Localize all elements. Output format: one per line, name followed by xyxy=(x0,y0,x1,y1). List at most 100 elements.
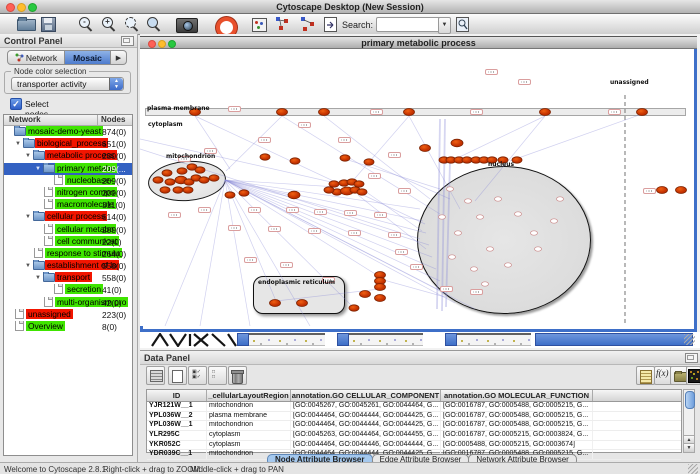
zoom-selected-icon[interactable] xyxy=(146,16,162,32)
occluded-window-art xyxy=(150,333,237,347)
node-label-pill xyxy=(280,262,293,268)
table-row[interactable]: YKR052Ccytoplasm[GO:0044464, GO:0044446,… xyxy=(147,441,681,451)
tree-row-selected[interactable]: ▼primary metabo209(... xyxy=(4,163,132,175)
dropdown-stepper-icon[interactable]: ▲▼ xyxy=(109,78,123,90)
tree-row[interactable]: nucleobase-209(0) xyxy=(4,175,132,187)
node-label-pill xyxy=(388,232,401,238)
mitochondrion-label: mitochondrion xyxy=(166,153,215,160)
node-label-pill xyxy=(228,225,241,231)
network-window-resize-grip[interactable] xyxy=(684,334,695,345)
window-titlebar[interactable]: Cytoscape Desktop (New Session) xyxy=(0,0,700,14)
node-label-pill xyxy=(440,286,453,292)
table-row[interactable]: YLR295Ccytoplasm[GO:0045263, GO:0044464,… xyxy=(147,431,681,441)
node-label-pill xyxy=(308,228,321,234)
table-row[interactable]: YJR121W__1mitochondrion[GO:0045267, GO:0… xyxy=(147,402,681,412)
tree-row[interactable]: mosaic-demo-yeast874(0) xyxy=(4,126,132,138)
tree-row[interactable]: ▼metabolic process280(0) xyxy=(4,150,132,162)
node-color-dropdown[interactable]: transporter activity ▲▼ xyxy=(11,77,124,91)
save-session-icon[interactable] xyxy=(41,17,56,32)
tree-row[interactable]: unassigned223(0) xyxy=(4,309,132,321)
open-session-icon[interactable] xyxy=(17,19,36,31)
zoom-out-icon[interactable]: - xyxy=(78,16,94,32)
network-window-titlebar[interactable]: primary metabolic process xyxy=(140,36,697,49)
node-label-pill xyxy=(368,173,381,179)
layout-alt-icon[interactable] xyxy=(299,16,317,32)
node-label-pill xyxy=(370,109,383,115)
notepad-icon[interactable] xyxy=(636,366,655,385)
col-molecular-function[interactable]: annotation.GO MOLECULAR_FUNCTION xyxy=(441,390,593,401)
table-row[interactable]: YPL036W__1mitochondrion[GO:0044464, GO:0… xyxy=(147,421,681,431)
status-pan-hint: Middle-click + drag to PAN xyxy=(190,465,284,474)
select-attributes-icon[interactable] xyxy=(146,366,165,385)
search-input[interactable] xyxy=(376,17,444,32)
zoom-fit-icon[interactable] xyxy=(124,16,140,32)
attribute-matrix-icon[interactable] xyxy=(686,366,700,385)
tree-row[interactable]: ▼establishment of lo558(0) xyxy=(4,260,132,272)
nucleus-nodes[interactable] xyxy=(439,187,564,286)
node-label-pill xyxy=(485,69,498,75)
data-panel-header: Data Panel xyxy=(140,351,700,365)
tree-row[interactable]: response to stimulu264(0) xyxy=(4,248,132,260)
network-tree: Network Nodes mosaic-demo-yeast874(0) ▼b… xyxy=(3,114,133,456)
network-canvas[interactable]: plasma membrane cytoplasm mitochondrion … xyxy=(140,49,691,326)
zoom-in-icon[interactable]: + xyxy=(101,16,117,32)
create-attribute-icon[interactable] xyxy=(168,366,187,385)
occluded-window-titlebar[interactable] xyxy=(535,333,693,346)
unselect-all-attributes-icon[interactable]: □□ xyxy=(208,366,227,385)
node-label-pill xyxy=(248,207,261,213)
tree-row[interactable]: multi-organism pro42(0) xyxy=(4,297,132,309)
float-panel-icon[interactable] xyxy=(121,36,134,46)
float-panel-icon[interactable] xyxy=(685,353,698,363)
tree-row[interactable]: nitrogen compo209(0) xyxy=(4,187,132,199)
search-advanced-icon[interactable] xyxy=(456,17,469,32)
edges[interactable] xyxy=(140,114,642,326)
col-region[interactable]: _cellularLayoutRegion xyxy=(207,390,291,401)
tree-row[interactable]: cellular metabo209(0) xyxy=(4,224,132,236)
tree-row[interactable]: Overview8(0) xyxy=(4,321,132,333)
import-network-icon[interactable] xyxy=(324,17,337,32)
tree-row[interactable]: cell communicat22(0) xyxy=(4,236,132,248)
dropdown-value: transporter activity xyxy=(17,79,86,89)
tree-col-network[interactable]: Network xyxy=(9,115,41,124)
app-resize-grip[interactable] xyxy=(688,464,698,474)
delete-attribute-icon[interactable] xyxy=(228,366,247,385)
tree-row[interactable]: ▼transport558(0) xyxy=(4,272,132,284)
node-label-pill xyxy=(258,137,271,143)
node-label-pill xyxy=(398,188,411,194)
plasma-membrane-label: plasma membrane xyxy=(147,105,210,112)
control-panel-title: Control Panel xyxy=(4,36,63,46)
snapshot-camera-icon[interactable] xyxy=(176,18,198,33)
status-zoom-hint: Right-click + drag to ZOOM xyxy=(103,465,200,474)
control-panel-tabs: Network Mosaic ▶ xyxy=(7,50,127,65)
network-window[interactable]: primary metabolic process plasma membran… xyxy=(140,36,697,332)
table-scrollbar[interactable]: ▲ ▼ xyxy=(683,389,695,453)
tree-row[interactable]: secretion41(0) xyxy=(4,284,132,296)
attribute-table: ID _cellularLayoutRegion annotation.GO C… xyxy=(146,389,682,453)
tree-row[interactable]: ▼cellular process614(0) xyxy=(4,211,132,223)
col-cellular-component[interactable]: annotation.GO CELLULAR_COMPONENT xyxy=(291,390,441,401)
col-id[interactable]: ID xyxy=(147,390,207,401)
network-graph[interactable] xyxy=(140,49,691,326)
table-row[interactable]: YPL036W__2plasma membrane[GO:0044464, GO… xyxy=(147,412,681,422)
layout-icon[interactable] xyxy=(274,16,292,32)
search-label: Search: xyxy=(342,20,373,30)
select-all-attributes-icon[interactable]: ▣✓▣✓ xyxy=(188,366,207,385)
data-panel-toolbar: ▣✓▣✓ □□ f(x) xyxy=(140,364,700,388)
tree-row[interactable]: ▼biological_process651(0) xyxy=(4,138,132,150)
occluded-window-titlebar[interactable] xyxy=(237,333,249,346)
tab-network[interactable]: Network xyxy=(7,50,65,65)
occluded-window-titlebar[interactable] xyxy=(337,333,349,346)
search-options-arrow-icon[interactable]: ▼ xyxy=(438,17,451,34)
view-settings-icon[interactable] xyxy=(252,18,267,32)
node-label-pill xyxy=(228,106,241,112)
tree-col-nodes[interactable]: Nodes xyxy=(101,115,125,124)
tab-mosaic[interactable]: Mosaic xyxy=(65,50,111,65)
scrollbar-thumb[interactable] xyxy=(685,391,695,409)
status-bar: Welcome to Cytoscape 2.8.1 Right-click +… xyxy=(0,462,700,474)
occluded-window-titlebar[interactable] xyxy=(445,333,457,346)
tree-row[interactable]: macromolecule311(0) xyxy=(4,199,132,211)
scroll-down-icon[interactable]: ▼ xyxy=(684,443,694,452)
tab-overflow-arrow[interactable]: ▶ xyxy=(111,50,127,65)
data-panel-title: Data Panel xyxy=(144,353,190,363)
select-nodes-checkbox[interactable]: ✓ xyxy=(10,98,22,110)
